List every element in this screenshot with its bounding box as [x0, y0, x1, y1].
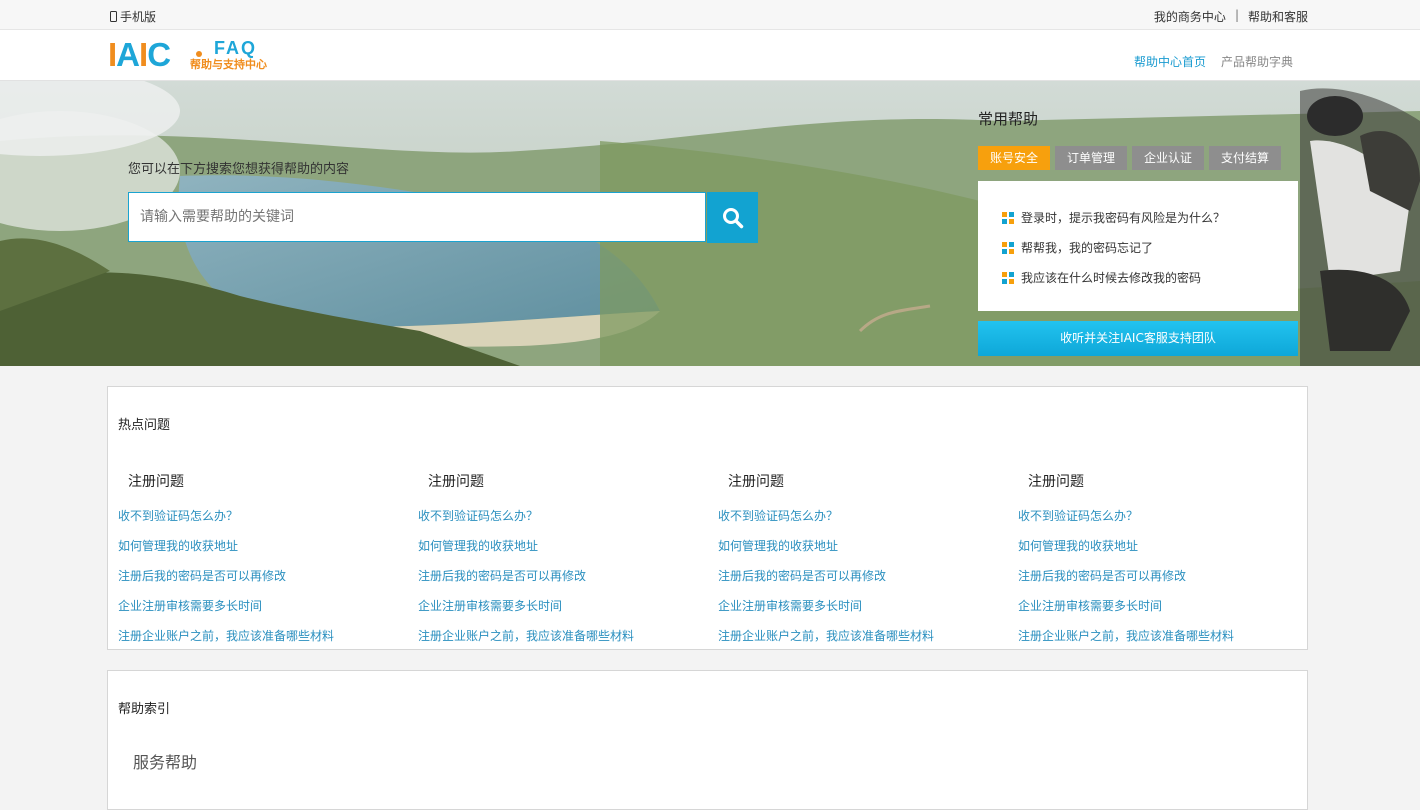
top-links: 我的商务中心 | 帮助和客服	[1154, 8, 1308, 25]
hot-question-link[interactable]: 企业注册审核需要多长时间	[118, 597, 262, 614]
logo-subtitle: 帮助与支持中心	[190, 58, 267, 71]
hot-question-link[interactable]: 注册后我的密码是否可以再修改	[1018, 567, 1186, 584]
common-help-item[interactable]: 我应该在什么时候去修改我的密码	[1002, 269, 1201, 286]
phone-icon	[110, 11, 117, 22]
hot-column-title: 注册问题	[428, 474, 484, 490]
hot-question-link[interactable]: 如何管理我的收获地址	[1018, 537, 1138, 554]
common-help-list: 登录时，提示我密码有风险是为什么？ 帮帮我，我的密码忘记了 我应该在什么时候去修…	[978, 181, 1298, 311]
hero-banner: 您可以在下方搜索您想获得帮助的内容 常用帮助 账号安全 订单管理 企业认证 支付…	[0, 81, 1420, 366]
follow-support-button[interactable]: 收听并关注IAIC客服支持团队	[978, 321, 1298, 356]
site-header: IAIC FAQ 帮助与支持中心 帮助中心首页 产品帮助字典	[0, 30, 1420, 81]
common-help-item[interactable]: 登录时，提示我密码有风险是为什么？	[1002, 209, 1225, 226]
search-input[interactable]	[129, 193, 680, 241]
common-help-item-label: 帮帮我，我的密码忘记了	[1021, 241, 1154, 255]
hot-column-title: 注册问题	[1028, 474, 1084, 490]
nav-product-dictionary[interactable]: 产品帮助字典	[1221, 53, 1293, 70]
logo-text: IAIC	[108, 36, 171, 73]
common-help-item-label: 登录时，提示我密码有风险是为什么？	[1021, 211, 1226, 225]
tab-enterprise-verification[interactable]: 企业认证	[1132, 146, 1205, 170]
tab-payment-settlement[interactable]: 支付结算	[1209, 146, 1282, 170]
hot-question-link[interactable]: 注册企业账户之前，我应该准备哪些材料	[718, 627, 934, 644]
common-help-tabs: 账号安全 订单管理 企业认证 支付结算	[978, 146, 1282, 170]
search-hint: 您可以在下方搜索您想获得帮助的内容	[128, 162, 350, 177]
hot-question-link[interactable]: 注册企业账户之前，我应该准备哪些材料	[118, 627, 334, 644]
hot-questions-panel: 热点问题 注册问题 收不到验证码怎么办？ 如何管理我的收获地址 注册后我的密码是…	[107, 386, 1308, 650]
search-box	[128, 192, 706, 242]
hot-question-link[interactable]: 注册企业账户之前，我应该准备哪些材料	[1018, 627, 1234, 644]
hot-question-link[interactable]: 注册后我的密码是否可以再修改	[418, 567, 586, 584]
hot-question-link[interactable]: 注册企业账户之前，我应该准备哪些材料	[418, 627, 634, 644]
hot-question-link[interactable]: 收不到验证码怎么办？	[118, 507, 238, 524]
help-index-title: 帮助索引	[118, 702, 171, 717]
logo-faq: FAQ	[214, 38, 258, 58]
business-center-link[interactable]: 我的商务中心	[1154, 8, 1226, 25]
tab-account-security[interactable]: 账号安全	[978, 146, 1051, 170]
hot-column-title: 注册问题	[728, 474, 784, 490]
hot-questions-title: 热点问题	[118, 418, 171, 433]
main-nav: 帮助中心首页 产品帮助字典	[1134, 53, 1293, 70]
hot-question-link[interactable]: 企业注册审核需要多长时间	[718, 597, 862, 614]
hot-question-link[interactable]: 收不到验证码怎么办？	[418, 507, 538, 524]
common-help-title: 常用帮助	[978, 110, 1039, 128]
grid-icon	[1002, 211, 1014, 224]
grid-icon	[1002, 241, 1014, 254]
hot-question-link[interactable]: 企业注册审核需要多长时间	[1018, 597, 1162, 614]
hot-question-link[interactable]: 收不到验证码怎么办？	[718, 507, 838, 524]
mobile-version-link[interactable]: 手机版	[110, 8, 156, 25]
top-bar: 手机版 我的商务中心 | 帮助和客服	[0, 0, 1420, 30]
mobile-version-label: 手机版	[120, 10, 157, 24]
hot-question-link[interactable]: 如何管理我的收获地址	[118, 537, 238, 554]
common-help-item-label: 我应该在什么时候去修改我的密码	[1021, 271, 1202, 285]
hot-question-link[interactable]: 企业注册审核需要多长时间	[418, 597, 562, 614]
top-links-separator: |	[1234, 8, 1239, 22]
hot-question-link[interactable]: 如何管理我的收获地址	[418, 537, 538, 554]
service-help-heading: 服务帮助	[133, 753, 198, 772]
hot-question-link[interactable]: 注册后我的密码是否可以再修改	[118, 567, 286, 584]
hot-question-link[interactable]: 注册后我的密码是否可以再修改	[718, 567, 886, 584]
hot-question-link[interactable]: 如何管理我的收获地址	[718, 537, 838, 554]
hot-column-title: 注册问题	[128, 474, 184, 490]
help-service-link[interactable]: 帮助和客服	[1248, 8, 1308, 25]
tab-order-management[interactable]: 订单管理	[1055, 146, 1128, 170]
hot-question-link[interactable]: 收不到验证码怎么办？	[1018, 507, 1138, 524]
help-index-panel: 帮助索引 服务帮助	[107, 670, 1308, 810]
site-logo[interactable]: IAIC FAQ 帮助与支持中心	[108, 38, 308, 72]
common-help-item[interactable]: 帮帮我，我的密码忘记了	[1002, 239, 1153, 256]
grid-icon	[1002, 271, 1014, 284]
nav-help-home[interactable]: 帮助中心首页	[1134, 53, 1206, 70]
search-button[interactable]	[707, 192, 758, 243]
search-icon	[722, 207, 743, 228]
